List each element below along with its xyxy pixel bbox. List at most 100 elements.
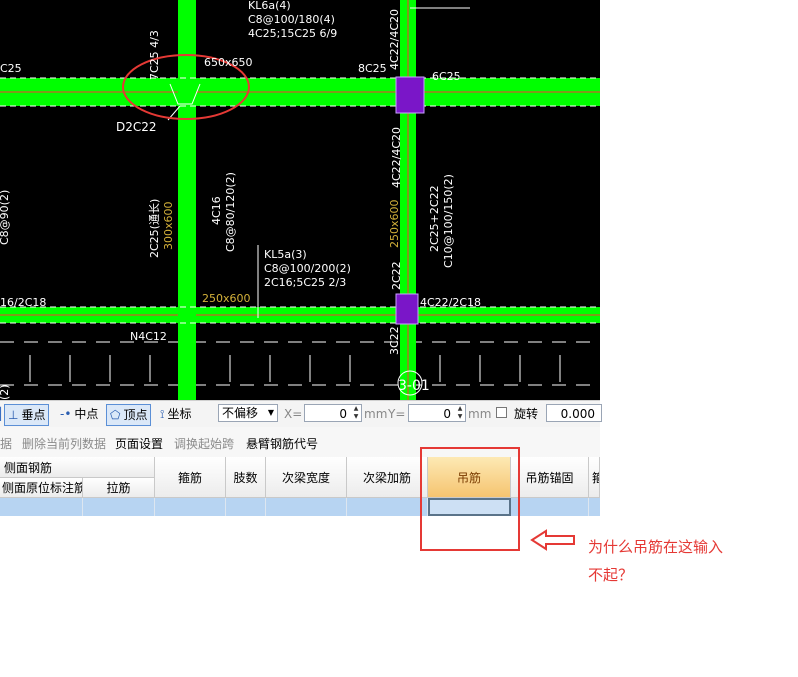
label-c2: (2): [0, 384, 11, 400]
column-bottom: [395, 293, 419, 325]
annotation-arrow-icon: [530, 529, 575, 551]
header-next[interactable]: 箍: [589, 457, 600, 498]
header-side-bars-group: 侧面钢筋: [0, 457, 155, 478]
header-side-note[interactable]: 侧面原位标注筋: [0, 478, 83, 498]
header-stirrup-label: 箍筋: [177, 470, 202, 485]
header-side-bars-label: 侧面钢筋: [4, 460, 53, 475]
vertex-label: 顶点: [123, 408, 148, 422]
label-8c25: 8C25: [358, 62, 387, 75]
cell-legs[interactable]: [226, 498, 266, 516]
y-label: Y=: [388, 407, 406, 421]
label-2c25-2c22: 2C25+2C22: [428, 185, 441, 252]
label-4c16: 4C16: [210, 196, 223, 225]
menu-item-swap-start-span[interactable]: 调换起始跨: [174, 435, 234, 452]
label-2c22: 2C22: [390, 261, 403, 290]
menu-item-delete-column[interactable]: 删除当前列数据: [22, 435, 106, 452]
menu-item-cantilever-code[interactable]: 悬臂钢筋代号: [246, 435, 318, 452]
y-value: 0: [443, 407, 451, 421]
vertex-snap-button[interactable]: ⬠ 顶点: [106, 404, 152, 426]
rotate-value: 0.000: [560, 407, 595, 421]
label-4c22-2c18: 4C22/2C18: [420, 296, 481, 309]
cad-drawing[interactable]: KL6a(4) C8@100/180(4) 4C25;15C25 6/9 650…: [0, 0, 600, 400]
label-250x600: 250x600: [202, 292, 251, 305]
label-6c25: 6C25: [432, 70, 461, 83]
label-kl6a-stirrup: C8@100/180(4): [248, 13, 335, 26]
annotation-line1: 为什么吊筋在这输入: [588, 538, 724, 556]
label-d2c22: D2C22: [116, 120, 157, 134]
midpoint-icon: -•: [60, 407, 72, 421]
label-16-2c18: 16/2C18: [0, 296, 46, 309]
vertex-icon: ⬠: [110, 408, 121, 422]
beam-vertical-left: [178, 0, 196, 400]
perpendicular-snap-button[interactable]: ⊥ 垂点: [4, 404, 50, 426]
label-kl6a: KL6a(4): [248, 0, 291, 12]
label-4c22-top: 4C22/4C20: [388, 9, 401, 70]
y-unit: mm: [468, 407, 492, 421]
snap-toolbar: ▏ ⊥ 垂点 -• 中点 ⬠ 顶点 ⟟ 坐标 不偏移 ▼ X= 0 ▲▼ mm …: [0, 400, 602, 428]
header-legs[interactable]: 肢数: [226, 457, 266, 498]
chevron-down-icon: ▼: [267, 408, 274, 417]
offset-value: 不偏移: [222, 406, 259, 420]
label-650: 650x650: [204, 56, 253, 69]
coordinate-label: 坐标: [167, 407, 192, 421]
cad-canvas[interactable]: KL6a(4) C8@100/180(4) 4C25;15C25 6/9 650…: [0, 0, 600, 400]
cell-side-note[interactable]: [0, 498, 83, 516]
midpoint-snap-button[interactable]: -• 中点: [60, 404, 98, 424]
column-top: [395, 76, 425, 114]
y-spin-icon[interactable]: ▲ ▼: [455, 405, 465, 421]
label-3c22: 3C22: [388, 326, 401, 355]
annotation-highlight-box: [420, 447, 520, 551]
cell-secondary-bars[interactable]: [347, 498, 428, 516]
header-hanger-anchor-label: 吊筋锚固: [525, 470, 574, 485]
label-kl6a-bars: 4C25;15C25 6/9: [248, 27, 337, 40]
perpendicular-icon: ⊥: [8, 408, 19, 422]
header-next-label: 箍: [592, 469, 599, 486]
x-unit: mm: [364, 407, 388, 421]
x-spin-icon[interactable]: ▲ ▼: [351, 405, 361, 421]
annotation-line2: 不起？: [588, 566, 634, 584]
label-kl5a-stirrup: C8@100/200(2): [264, 262, 351, 275]
label-250-v: 250x600: [388, 199, 401, 248]
coordinate-icon: ⟟: [160, 407, 165, 421]
header-secondary-bars[interactable]: 次梁加筋: [347, 457, 428, 498]
y-input[interactable]: 0 ▲ ▼: [408, 404, 466, 422]
label-kl5a: KL5a(3): [264, 248, 307, 261]
header-stirrup[interactable]: 箍筋: [155, 457, 226, 498]
x-label: X=: [284, 407, 303, 421]
label-c10: C10@100/150(2): [442, 174, 455, 268]
label-c8-90: C8@90(2): [0, 190, 11, 245]
coordinate-snap-button[interactable]: ⟟ 坐标: [160, 404, 191, 424]
label-kl5a-bars: 2C16;5C25 2/3: [264, 276, 346, 289]
x-input[interactable]: 0 ▲ ▼: [304, 404, 362, 422]
header-hanger-anchor[interactable]: 吊筋锚固: [511, 457, 589, 498]
rotate-checkbox[interactable]: [496, 407, 507, 418]
midpoint-label: 中点: [74, 407, 99, 421]
menu-item-page-setup[interactable]: 页面设置: [115, 435, 163, 452]
header-secondary-width-label: 次梁宽度: [281, 470, 330, 485]
label-4c22-mid: 4C22/4C20: [390, 127, 403, 188]
dashed-grid: [0, 341, 600, 386]
header-secondary-bars-label: 次梁加筋: [362, 470, 411, 485]
header-tie-bar[interactable]: 拉筋: [83, 478, 155, 498]
cell-stirrup[interactable]: [155, 498, 226, 516]
label-2c25: 2C25(通长): [148, 199, 161, 258]
label-300x600: 300x600: [162, 201, 175, 250]
label-7c25: 7C25 4/3: [148, 30, 161, 80]
rotate-input[interactable]: 0.000: [546, 404, 602, 422]
x-value: 0: [339, 407, 347, 421]
header-side-note-label: 侧面原位标注筋: [2, 481, 83, 495]
label-c25: C25: [0, 62, 22, 75]
label-n4c12: N4C12: [130, 330, 167, 343]
cell-hanger-anchor[interactable]: [511, 498, 589, 516]
header-tie-bar-label: 拉筋: [106, 481, 131, 495]
header-legs-label: 肢数: [233, 470, 258, 485]
cell-secondary-width[interactable]: [266, 498, 347, 516]
offset-dropdown[interactable]: 不偏移 ▼: [218, 404, 278, 422]
label-c8-80: C8@80/120(2): [224, 172, 237, 252]
menu-item-data[interactable]: 据: [0, 435, 12, 452]
perpendicular-label: 垂点: [21, 408, 46, 422]
cell-tie-bar[interactable]: [83, 498, 155, 516]
rotate-label: 旋转: [514, 407, 539, 421]
axis-label: 3-01: [398, 378, 430, 394]
header-secondary-width[interactable]: 次梁宽度: [266, 457, 347, 498]
